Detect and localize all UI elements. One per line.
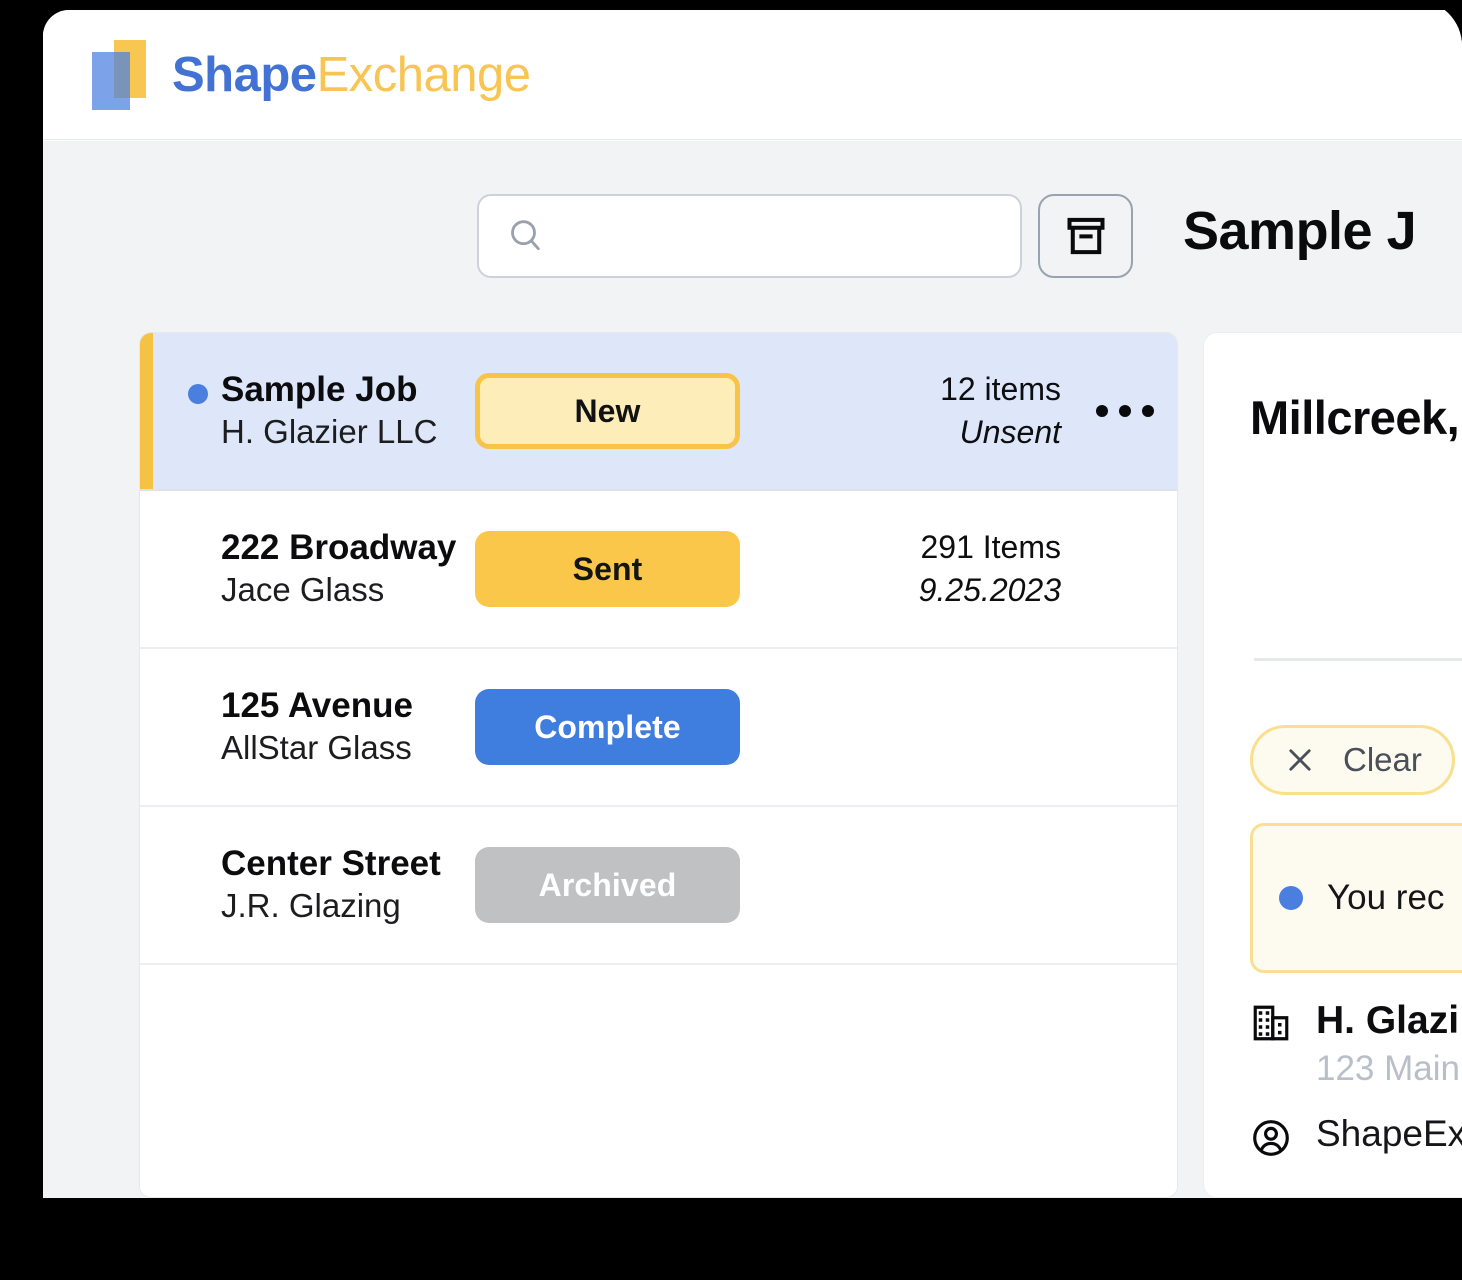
shapeexchange-logo-icon [92, 40, 147, 110]
unread-dot-icon [188, 384, 208, 404]
brand-name-secondary: Exchange [317, 48, 531, 102]
status-cell: Sent [470, 531, 770, 607]
clear-button-label: Clear [1343, 741, 1422, 779]
status-cell: New [470, 373, 770, 449]
job-detail-panel: Millcreek, Clear You rec [1203, 332, 1462, 1198]
user-circle-icon [1250, 1117, 1292, 1159]
app-header: ShapeExchange [43, 10, 1462, 140]
notice-text: You rec [1327, 878, 1444, 918]
account-name: ShapeExc [1316, 1113, 1462, 1155]
search-input[interactable] [562, 220, 1002, 252]
company-name: H. Glazi [1316, 998, 1460, 1045]
job-company: J.R. Glazing [221, 885, 470, 928]
status-badge[interactable]: New [475, 373, 740, 449]
job-name: 222 Broadway [221, 526, 470, 570]
row-menu-cell[interactable] [1073, 405, 1177, 417]
status-cell: Complete [470, 689, 770, 765]
company-info: H. Glazi 123 Main [1250, 998, 1460, 1092]
job-company: AllStar Glass [221, 727, 470, 770]
archive-box-icon [1063, 213, 1109, 259]
job-meta: 12 items Unsent [770, 368, 1073, 454]
company-address: 123 Main [1316, 1045, 1460, 1092]
job-info: Center Street J.R. Glazing [140, 842, 470, 929]
job-name: Sample Job [221, 368, 437, 412]
detail-location-heading: Millcreek, [1250, 390, 1459, 445]
search-field-wrapper[interactable] [477, 194, 1022, 278]
table-row[interactable]: 222 Broadway Jace Glass Sent 291 Items 9… [140, 491, 1177, 649]
table-row[interactable]: Sample Job H. Glazier LLC New 12 items U… [140, 333, 1177, 491]
close-x-icon [1283, 743, 1317, 777]
notice-dot-icon [1279, 886, 1303, 910]
table-row[interactable]: Center Street J.R. Glazing Archived [140, 807, 1177, 965]
more-options-icon[interactable] [1096, 405, 1154, 417]
logo-blue-rect [92, 52, 130, 110]
job-info: Sample Job H. Glazier LLC [140, 368, 470, 455]
brand-name-primary: Shape [172, 48, 317, 102]
status-badge[interactable]: Archived [475, 847, 740, 923]
building-icon [1250, 1002, 1292, 1044]
brand-wordmark: ShapeExchange [172, 47, 531, 103]
item-count: 291 Items [770, 526, 1061, 569]
send-date: 9.25.2023 [770, 569, 1061, 612]
toolbar-row: Sample J [43, 194, 1462, 290]
job-meta: 291 Items 9.25.2023 [770, 526, 1073, 612]
job-list: Sample Job H. Glazier LLC New 12 items U… [139, 332, 1178, 1198]
app-window: ShapeExchange [43, 10, 1462, 1198]
page-body: Sample J Sample Job H. Glazier LLC N [43, 141, 1462, 1198]
job-company: Jace Glass [221, 569, 470, 612]
archive-button[interactable] [1038, 194, 1133, 278]
clear-button[interactable]: Clear [1250, 725, 1455, 795]
job-name: Center Street [221, 842, 470, 886]
left-gutter [43, 141, 139, 1198]
job-list-empty-space [140, 965, 1177, 1198]
job-company: H. Glazier LLC [221, 411, 437, 454]
page-title: Sample J [1183, 200, 1416, 262]
job-info: 125 Avenue AllStar Glass [140, 684, 470, 771]
account-info: ShapeExc [1250, 1113, 1462, 1159]
item-count: 12 items [770, 368, 1061, 411]
table-row[interactable]: 125 Avenue AllStar Glass Complete [140, 649, 1177, 807]
row-accent-bar [140, 333, 153, 489]
send-status: Unsent [770, 411, 1061, 454]
notice-card: You rec [1250, 823, 1462, 973]
status-badge[interactable]: Complete [475, 689, 740, 765]
job-name: 125 Avenue [221, 684, 470, 728]
status-cell: Archived [470, 847, 770, 923]
window-shadow-frame: ShapeExchange [0, 0, 1462, 1280]
status-badge[interactable]: Sent [475, 531, 740, 607]
search-icon [506, 216, 546, 256]
divider [1254, 658, 1462, 661]
job-info: 222 Broadway Jace Glass [140, 526, 470, 613]
